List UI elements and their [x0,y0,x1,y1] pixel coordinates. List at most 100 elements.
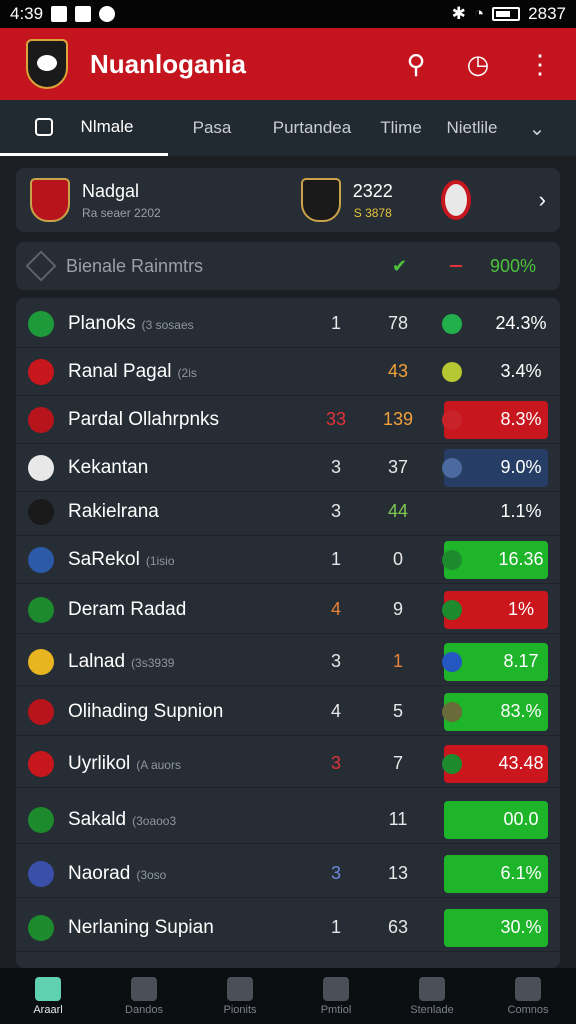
team-name: Kekantan [68,457,148,479]
app-title: Nuanlogania [90,48,247,79]
stat-played: 1 [330,917,341,937]
nav-pionits[interactable]: Pionits [192,968,288,1024]
stat-played: 3 [330,501,341,521]
player-avatar [440,180,471,220]
team-name-text: Naorad [68,862,131,884]
stat-points: 13 [387,863,409,883]
stat-points: 44 [387,501,409,521]
form-dot-icon [442,458,462,478]
form-dot-icon [442,410,462,430]
tab-nietlile[interactable]: Nietlile [434,100,510,156]
tab-pasa[interactable]: Pasa [168,100,256,156]
team-name-text: Nerlaning Supian [68,916,214,938]
team-name: Ranal Pagal (2is [68,361,197,383]
table-row[interactable]: Naorad (3oso 3 13 6.1% [16,850,560,898]
stat-points: 1 [392,651,403,671]
team-subtitle: (1isio [145,553,175,568]
stat-percent: 43.48 [498,753,544,773]
status-time: 4:39 [10,4,44,23]
stat-points: 43 [387,361,409,381]
tab-label: Purtandea [272,118,352,137]
match-subtitle: Ra seaer 2202 [82,205,161,220]
team-name-text: Sakald [68,808,127,830]
clock-icon[interactable]: ◷ [464,49,492,80]
tab-label: Pasa [192,118,232,137]
nav-pmtiol[interactable]: Pmtiol [288,968,384,1024]
stat-played: 3 [330,651,341,671]
team-name: Deram Radad [68,599,186,621]
ball-icon [227,976,253,1001]
team-name-text: Rakielrana [68,500,159,522]
stat-points: 5 [392,701,403,721]
nav-dandos[interactable]: Dandos [96,968,192,1024]
nav-stenlade[interactable]: Stenlade [384,968,480,1024]
stat-played: 3 [330,753,341,773]
table-row[interactable]: Lalnad (3s3939 3 1 8.17 [16,638,560,686]
stat-percent: 83.% [500,701,542,721]
stat-percent: 9.0% [500,457,542,477]
search-icon[interactable]: ⚲ [402,49,430,80]
nav-label: Stenlade [410,1003,454,1016]
more-vert-icon[interactable]: ⋮ [526,49,554,80]
stat-points: 139 [382,409,414,429]
team-name-text: Ranal Pagal [68,360,172,382]
check-icon: ✔ [392,255,408,276]
table-row[interactable]: Kekantan 3 37 9.0% [16,444,560,492]
tab-purtandea[interactable]: Purtandea [256,100,368,156]
team-badge-icon [28,806,54,833]
diamond-icon [25,250,57,282]
team-badge-icon [28,406,54,433]
team-name-text: SaRekol [68,548,140,570]
table-row[interactable]: Sakald (3oaoo3 11 00.0 [16,796,560,844]
form-dot-icon [442,550,462,570]
stat-percent: 16.36 [498,549,544,569]
team-badge-icon [28,358,54,385]
team-name-text: Olihading Supnion [68,700,224,722]
team-subtitle: (3 sosaes [141,317,194,332]
tab-label: Nietlile [446,118,498,137]
form-dot-icon [442,362,462,382]
table-row[interactable]: Rakielrana 3 44 1.1% [16,488,560,536]
away-crest [300,178,341,222]
app-bar: Nuanlogania ⚲ ◷ ⋮ [0,28,576,100]
nav-araarl[interactable]: Araarl [0,968,96,1024]
form-dot-icon [442,314,462,334]
chevron-down-icon[interactable]: ⌄ [510,100,564,156]
stat-played: 3 [330,863,341,883]
team-badge-icon [28,596,54,623]
form-dot-icon [442,652,462,672]
match-card[interactable]: Nadgal Ra seaer 2202 2322 S 3878 › [16,168,560,232]
team-badge-icon [28,914,54,941]
table-row[interactable]: SaRekol (1isio 1 0 16.36 [16,536,560,584]
table-row[interactable]: Olihading Supnion 4 5 83.% [16,688,560,736]
match-team-name: Nadgal [82,180,140,201]
stat-percent: 30.% [500,917,542,937]
team-badge-icon [28,648,54,675]
shirt-icon [131,976,157,1001]
stat-percent: 1% [507,599,534,619]
table-row[interactable]: Uyrlikol (A auors 3 7 43.48 [16,740,560,788]
table-row[interactable]: Deram Radad 4 9 1% [16,586,560,634]
table-row[interactable]: Nerlaning Supian 1 63 30.% [16,904,560,952]
team-name: Olihading Supnion [68,701,223,723]
document-icon [419,976,445,1001]
tab-tlime[interactable]: Tlime [368,100,434,156]
team-name-text: Uyrlikol [68,752,131,774]
chat-icon [515,976,541,1001]
team-subtitle: (3oso [136,867,167,882]
dash-icon [450,265,462,267]
table-row[interactable]: Pardal Ollahrpnks 33 139 8.3% [16,396,560,444]
stat-points: 9 [392,599,403,619]
team-badge-icon [28,750,54,777]
tab-nlmale[interactable]: Nlmale [0,100,168,156]
table-row[interactable]: Planoks (3 sosaes 1 78 24.3% [16,300,560,348]
team-subtitle: (3s3939 [131,655,175,670]
team-badge-icon [28,454,54,481]
stat-played: 33 [325,409,347,429]
stat-percent: 00.0 [503,809,539,829]
table-row[interactable]: Ranal Pagal (2is 43 3.4% [16,348,560,396]
location-icon [99,6,116,22]
wifi-icon: ◔ [473,4,485,23]
nav-comnos[interactable]: Comnos [480,968,576,1024]
chevron-right-icon[interactable]: › [539,187,546,213]
